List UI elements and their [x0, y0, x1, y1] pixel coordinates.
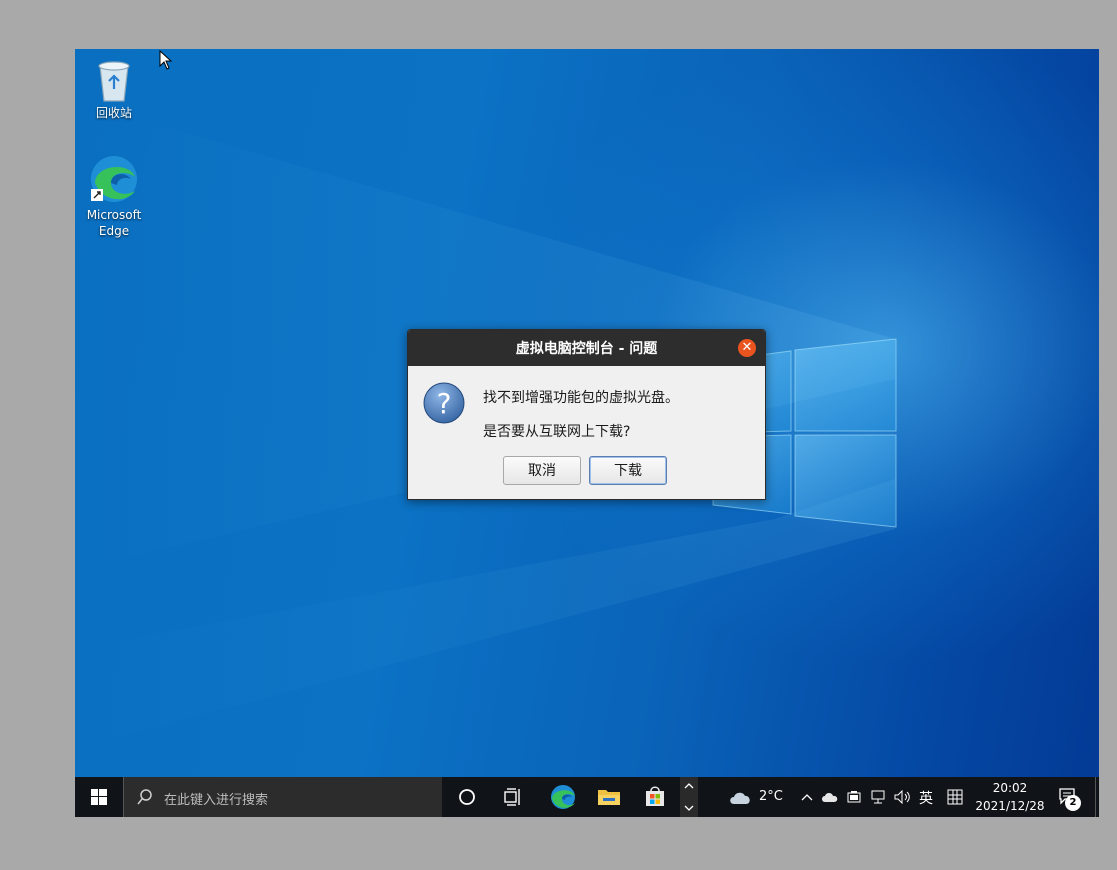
volume-icon[interactable] — [894, 790, 912, 804]
show-desktop-strip[interactable] — [1095, 777, 1100, 817]
edge-icon — [551, 785, 575, 809]
windows-logo-icon — [91, 789, 107, 805]
taskbar-edge[interactable] — [541, 777, 585, 817]
question-icon: ? — [423, 382, 465, 424]
show-hidden-icons-icon[interactable] — [801, 793, 813, 801]
taskbar-store[interactable] — [633, 777, 677, 817]
clock-time: 20:02 — [992, 781, 1028, 795]
weather-temp: 2°C — [759, 789, 783, 804]
network-icon[interactable] — [871, 790, 887, 804]
taskbar-file-explorer[interactable] — [587, 777, 631, 817]
edge-icon — [91, 156, 137, 202]
clock-date: 2021/12/28 — [975, 799, 1045, 813]
clock[interactable]: 20:02 2021/12/28 — [970, 777, 1050, 817]
question-dialog: 虚拟电脑控制台 - 问题 ✕ ? 找不到增强功能包的虚拟光盘。 是否要从互联网上… — [407, 329, 766, 500]
cloud-icon — [730, 792, 750, 804]
dialog-message-line2: 是否要从互联网上下载? — [483, 424, 631, 440]
onedrive-icon[interactable] — [821, 791, 839, 803]
svg-text:?: ? — [437, 387, 452, 420]
task-view-icon — [504, 788, 520, 806]
start-button[interactable] — [75, 777, 123, 817]
cancel-button[interactable]: 取消 — [503, 456, 581, 485]
desktop-icon-label: 回收站 — [95, 106, 132, 120]
battery-icon[interactable] — [846, 791, 862, 803]
chevron-up-icon — [684, 783, 694, 789]
download-button[interactable]: 下载 — [589, 456, 667, 485]
close-icon: ✕ — [741, 340, 753, 355]
desktop-icon-recycle-bin[interactable]: 回收站 — [75, 57, 154, 121]
action-center-button[interactable]: 2 — [1053, 777, 1093, 817]
search-icon — [137, 789, 152, 805]
file-explorer-icon — [598, 790, 620, 805]
mouse-cursor-icon — [159, 50, 173, 70]
task-view-button[interactable] — [491, 777, 535, 817]
store-icon — [646, 786, 664, 806]
desktop-icon-label: Microsoft Edge — [86, 208, 142, 238]
desktop-icon-edge[interactable]: Microsoft Edge — [75, 153, 154, 239]
notification-count-badge: 2 — [1065, 795, 1081, 811]
chevron-down-icon — [684, 805, 694, 811]
cortana-button[interactable] — [445, 777, 489, 817]
weather-widget[interactable]: 2°C — [725, 777, 789, 817]
taskbar-scroll[interactable] — [680, 777, 698, 817]
search-box[interactable]: 在此键入进行搜索 — [123, 777, 442, 817]
ime-keyboard-icon[interactable] — [947, 789, 963, 805]
cortana-icon — [459, 789, 475, 805]
search-placeholder: 在此键入进行搜索 — [164, 793, 269, 808]
input-language[interactable]: 英 — [919, 788, 933, 808]
dialog-message-line1: 找不到增强功能包的虚拟光盘。 — [483, 390, 679, 406]
close-button[interactable]: ✕ — [738, 339, 756, 357]
taskbar: 在此键入进行搜索 2°C 英 20:02 2021/12/28 2 — [75, 777, 1099, 817]
dialog-title: 虚拟电脑控制台 - 问题 — [408, 330, 765, 366]
recycle-bin-icon — [98, 61, 130, 102]
